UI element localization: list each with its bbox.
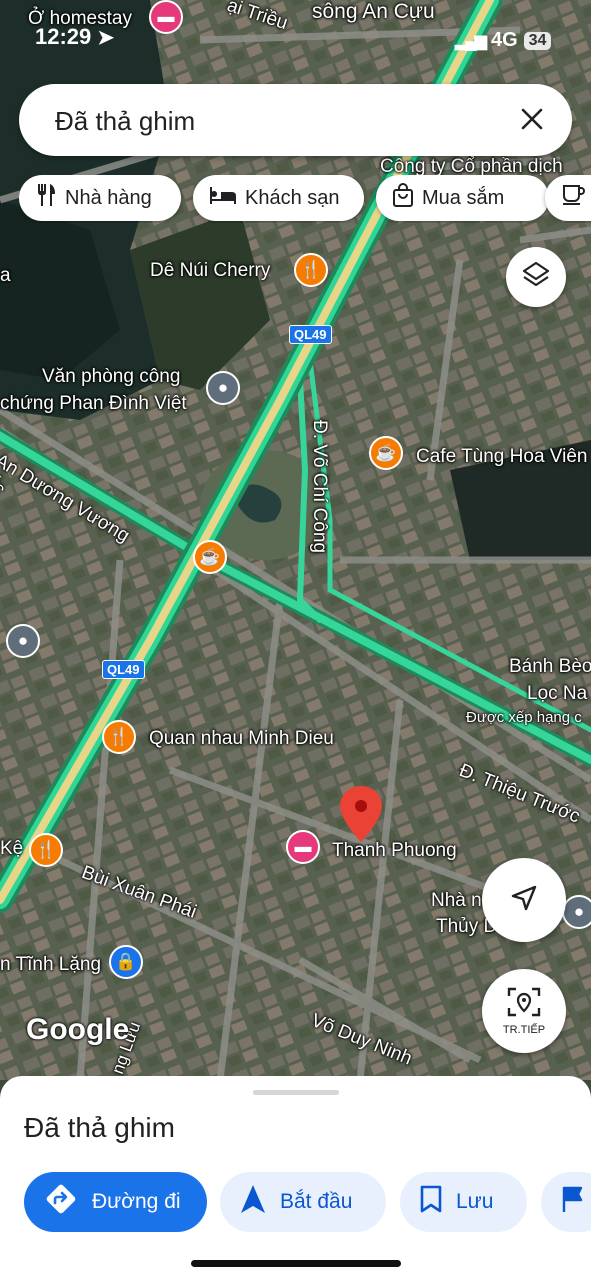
save-label: Lưu <box>456 1190 494 1213</box>
directions-label: Đường đi <box>92 1190 181 1213</box>
map-label-nha-1: Nhà n <box>431 890 482 911</box>
chip-shopping[interactable]: Mua sắm <box>376 175 549 221</box>
map-label-banh-beo-1: Bánh Bèo <box>509 656 591 677</box>
search-query[interactable]: Đã thả ghim <box>55 106 195 137</box>
status-time: 12:29 ➤ <box>35 24 115 49</box>
map-label-quan-nhau: Quan nhau Minh Dieu <box>149 728 334 749</box>
map-label-de-nui: Dê Núi Cherry <box>150 260 271 281</box>
category-chips: Nhà hàng Khách sạn Mua sắm <box>19 175 591 223</box>
layers-button[interactable] <box>506 247 566 307</box>
bookmark-icon <box>420 1185 442 1219</box>
hotel-pin-icon-2[interactable]: ▬ <box>286 830 320 864</box>
navigation-arrow-icon <box>240 1184 266 1220</box>
chip-label: Khách sạn <box>245 186 340 209</box>
map-label-vo-chi-cong: Đ. Võ Chí Công <box>309 420 330 554</box>
sheet-handle[interactable] <box>253 1090 339 1095</box>
map-label-notary-2: chứng Phan Đình Việt <box>0 393 187 414</box>
bed-icon <box>209 185 237 211</box>
map-label-cafe-tung: Cafe Tùng Hoa Viên <box>416 446 588 467</box>
restaurant-pin-icon[interactable]: 🍴 <box>294 253 328 287</box>
map-label-banh-beo-2: Lọc Na <box>527 683 588 704</box>
battery-icon: 34 <box>523 31 552 50</box>
my-location-button[interactable] <box>482 858 566 942</box>
status-indicators: ▂▄▆ 4G 34 <box>455 29 552 52</box>
directions-icon <box>44 1182 78 1222</box>
place-pin-icon[interactable]: ● <box>206 371 240 405</box>
save-button[interactable]: Lưu <box>400 1172 527 1232</box>
live-view-button[interactable]: TR.TIẾP <box>482 969 566 1053</box>
restaurant-pin-icon-3[interactable]: 🍴 <box>29 833 63 867</box>
restaurant-pin-icon-2[interactable]: 🍴 <box>102 720 136 754</box>
home-indicator[interactable] <box>191 1260 401 1267</box>
navigation-arrow-icon <box>509 883 539 918</box>
highway-shield-ql49-2: QL49 <box>102 660 145 679</box>
live-view-label: TR.TIẾP <box>502 1023 546 1036</box>
map-label-river: sông An Cựu <box>312 0 435 23</box>
map-label-edge: a <box>0 265 11 286</box>
start-button[interactable]: Bắt đầu <box>220 1172 386 1232</box>
google-logo: Google <box>26 1013 130 1046</box>
place-sheet[interactable]: Đã thả ghim Đường đi Bắt đầu Lưu <box>0 1076 591 1280</box>
map-label-notary-1: Văn phòng công <box>42 366 181 387</box>
close-icon[interactable] <box>514 101 550 137</box>
highway-shield-ql49: QL49 <box>289 325 332 344</box>
search-bar[interactable]: Đã thả ghim <box>19 84 572 156</box>
start-label: Bắt đầu <box>280 1190 353 1213</box>
cafe-pin-icon-2[interactable]: ☕ <box>193 540 227 574</box>
flag-button[interactable] <box>541 1172 591 1232</box>
signal-icon: ▂▄▆ <box>455 32 487 50</box>
location-scan-icon <box>507 987 541 1022</box>
place-pin-icon-2[interactable]: ● <box>6 624 40 658</box>
chip-restaurants[interactable]: Nhà hàng <box>19 175 181 221</box>
dropped-pin-icon[interactable] <box>340 786 382 842</box>
hotel-pin-icon[interactable]: ▬ <box>149 0 183 34</box>
network-type: 4G <box>490 29 518 51</box>
shopping-bag-icon <box>392 183 414 213</box>
map-label-ke: Kệ <box>0 838 24 859</box>
chip-hotels[interactable]: Khách sạn <box>193 175 364 221</box>
fork-knife-icon <box>35 183 57 213</box>
flag-icon <box>561 1185 585 1219</box>
chip-coffee[interactable] <box>545 175 591 221</box>
layers-icon <box>521 260 551 295</box>
map-label-tinh-lang: n Tĩnh Lặng <box>0 954 102 975</box>
chip-label: Mua sắm <box>422 186 505 209</box>
cafe-pin-icon[interactable]: ☕ <box>369 436 403 470</box>
lock-pin-icon[interactable]: 🔒 <box>109 945 143 979</box>
directions-button[interactable]: Đường đi <box>24 1172 207 1232</box>
map-label-thanh-phuong: Thanh Phuong <box>332 840 457 861</box>
coffee-icon <box>561 183 585 213</box>
place-pin-icon-3[interactable]: ● <box>562 895 591 929</box>
sheet-title: Đã thả ghim <box>24 1112 175 1143</box>
chip-label: Nhà hàng <box>65 186 152 209</box>
map-label-rated: Được xếp hạng c <box>466 709 582 726</box>
